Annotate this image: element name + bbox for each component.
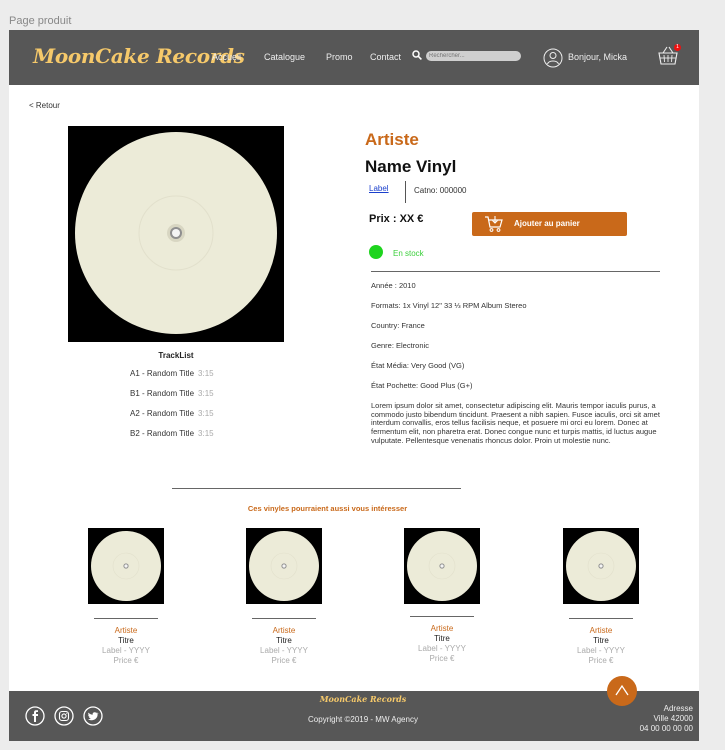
add-to-cart-button[interactable]: Ajouter au panier [472,212,627,236]
search-input[interactable] [426,51,521,61]
product-title: Name Vinyl [365,157,457,176]
add-to-cart-label: Ajouter au panier [514,219,580,228]
suggestion-artist: Artiste [430,624,454,633]
chevron-up-icon [615,684,629,696]
suggestion-price: Price € [271,656,297,665]
address-city: Ville 42000 [653,714,693,723]
track-title: B2 - Random Title [130,429,195,438]
vinyl-record-image [407,531,477,601]
suggestion-title: Titre [118,636,134,645]
suggestion-artist: Artiste [272,626,296,635]
divider [569,618,633,619]
vinyl-record-image [566,531,636,601]
address-phone: 04 00 00 00 00 [639,724,693,733]
spec-format: Formats: 1x Vinyl 12" 33 ⅓ RPM Album Ste… [371,301,527,310]
divider [371,271,660,272]
suggestion-cover[interactable] [563,528,639,604]
suggestion-title: Titre [434,634,450,643]
divider [172,488,461,489]
nav-promo[interactable]: Promo [326,52,353,62]
back-link[interactable]: < Retour [29,101,60,110]
suggestion-title: Titre [593,636,609,645]
twitter-icon[interactable] [83,706,103,726]
spec-media-condition: État Média: Very Good (VG) [371,361,465,370]
tracklist-title: TrackList [158,351,194,360]
facebook-icon[interactable] [25,706,45,726]
footer-address: Adresse Ville 42000 04 00 00 00 00 [640,704,693,734]
suggestion-label: Label - YYYY [260,646,308,655]
search-icon[interactable] [412,50,422,60]
instagram-icon[interactable] [54,706,74,726]
scroll-to-top-button[interactable] [607,676,637,706]
header: MoonCake Records Accueil Catalogue Promo… [9,30,699,85]
suggestion-price: Price € [588,656,614,665]
suggestion-title: Titre [276,636,292,645]
catalog-number: Catno: 000000 [414,186,467,195]
page-frame: MoonCake Records Accueil Catalogue Promo… [9,30,699,741]
product-price: Prix : XX € [369,213,424,225]
spec-year: Année : 2010 [371,281,416,290]
product-description: Lorem ipsum dolor sit amet, consectetur … [371,401,660,445]
track-title: A1 - Random Title [130,369,195,378]
divider [94,618,158,619]
stock-status: En stock [393,249,424,258]
vinyl-record-image [75,132,277,334]
suggestion-cover[interactable] [404,528,480,604]
nav-contact[interactable]: Contact [370,52,401,62]
track-duration: 3:15 [198,429,214,438]
cart-count-badge: 1 [674,44,681,51]
track-item: A2 - Random Title 3:15 [130,409,214,418]
user-menu[interactable]: Bonjour, Micka [543,48,627,73]
suggestion-artist: Artiste [589,626,613,635]
page-caption: Page produit [9,15,72,27]
address-line: Adresse [663,704,693,713]
stock-status-icon [369,245,383,259]
divider [410,616,474,617]
track-item: B2 - Random Title 3:15 [130,429,214,438]
suggestion-label: Label - YYYY [102,646,150,655]
user-greeting: Bonjour, Micka [568,52,628,62]
cart-button[interactable]: 1 [657,44,681,71]
nav-accueil[interactable]: Accueil [212,52,241,62]
footer-logo: MoonCake Records [319,694,407,704]
track-item: B1 - Random Title 3:15 [130,389,214,398]
spec-sleeve-condition: État Pochette: Good Plus (G+) [371,381,473,390]
user-icon [543,48,563,68]
suggestion-label: Label - YYYY [577,646,625,655]
product-cover [68,126,284,342]
spec-genre: Genre: Electronic [371,341,429,350]
vinyl-record-image [91,531,161,601]
track-item: A1 - Random Title 3:15 [130,369,214,378]
track-duration: 3:15 [198,409,214,418]
product-artist[interactable]: Artiste [365,130,419,150]
suggestion-price: Price € [113,656,139,665]
suggestion-price: Price € [429,654,455,663]
label-link[interactable]: Label [369,184,389,193]
footer: MoonCake Records Copyright ©2019 - MW Ag… [9,691,699,741]
track-duration: 3:15 [198,369,214,378]
suggestion-artist: Artiste [114,626,138,635]
copyright: Copyright ©2019 - MW Agency [308,715,418,724]
cart-add-icon [485,216,503,232]
suggestions-title: Ces vinyles pourraient aussi vous intére… [247,504,408,513]
vinyl-record-image [249,531,319,601]
suggestion-cover[interactable] [246,528,322,604]
suggestion-cover[interactable] [88,528,164,604]
nav-catalogue[interactable]: Catalogue [264,52,305,62]
divider [405,181,406,203]
track-title: A2 - Random Title [130,409,195,418]
divider [252,618,316,619]
track-title: B1 - Random Title [130,389,195,398]
suggestion-label: Label - YYYY [418,644,466,653]
spec-country: Country: France [371,321,425,330]
track-duration: 3:15 [198,389,214,398]
